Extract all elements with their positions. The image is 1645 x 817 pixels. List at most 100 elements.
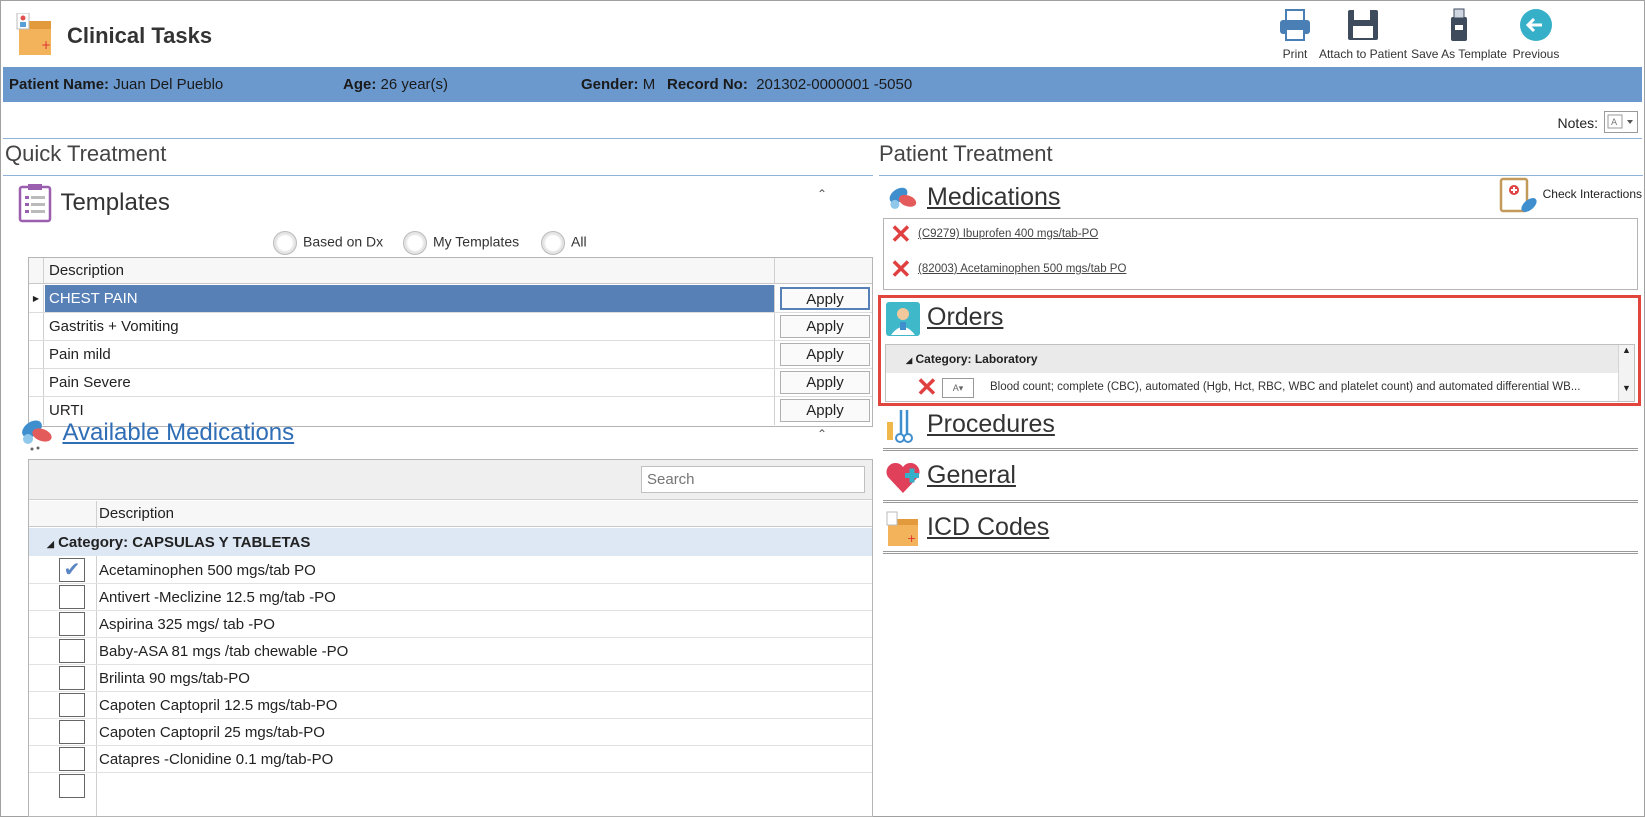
previous-label: Previous — [1512, 47, 1560, 61]
clinical-tasks-logo-icon: + — [16, 13, 51, 55]
print-button[interactable]: Print — [1271, 7, 1319, 61]
heart-plus-icon — [886, 462, 920, 493]
medication-name: Brilinta 90 mgs/tab-PO — [99, 670, 250, 687]
templates-collapse-icon[interactable]: ⌃ — [817, 187, 827, 201]
notes-dropdown-button[interactable]: A — [1604, 111, 1638, 133]
general-link[interactable]: General — [927, 461, 1016, 490]
checkbox[interactable] — [59, 774, 85, 798]
patient-name-field: Patient Name: Juan Del Pueblo — [9, 76, 223, 93]
medication-link[interactable]: (82003) Acetaminophen 500 mgs/tab PO — [918, 263, 1126, 275]
template-row[interactable]: Pain Severe Apply — [29, 369, 872, 397]
medication-row[interactable]: Catapres -Clonidine 0.1 mg/tab-PO — [29, 746, 872, 773]
checkbox[interactable] — [59, 639, 85, 663]
svg-text:A: A — [1611, 118, 1618, 128]
medication-row[interactable]: Baby-ASA 81 mgs /tab chewable -PO — [29, 638, 872, 665]
template-row[interactable]: Gastritis + Vomiting Apply — [29, 313, 872, 341]
row-indicator-icon: ▶ — [29, 285, 44, 312]
radio-icon — [403, 231, 427, 255]
svg-text:+: + — [907, 532, 916, 545]
checkbox[interactable] — [59, 666, 85, 690]
check-interactions-button[interactable]: Check Interactions — [1499, 175, 1642, 215]
title-bar: + Clinical Tasks Print Attach to Patient — [1, 1, 1644, 67]
template-name: Pain mild — [45, 341, 775, 368]
apply-button[interactable]: Apply — [780, 371, 870, 394]
remove-x-icon[interactable]: ✕ — [890, 256, 918, 282]
medical-box-icon: + — [886, 511, 918, 546]
scroll-up-icon[interactable]: ▲ — [1619, 345, 1634, 355]
svg-text:+: + — [41, 38, 51, 52]
save-as-template-label: Save As Template — [1411, 47, 1507, 61]
medication-row[interactable]: Aspirina 325 mgs/ tab -PO — [29, 611, 872, 638]
checkbox[interactable] — [59, 612, 85, 636]
medication-row[interactable]: Capoten Captopril 12.5 mgs/tab-PO — [29, 692, 872, 719]
template-row[interactable]: ▶ CHEST PAIN Apply — [29, 285, 872, 313]
order-row[interactable]: ✕ A▾ Blood count; complete (CBC), automa… — [886, 374, 1618, 402]
checkbox[interactable] — [59, 693, 85, 717]
icd-codes-link[interactable]: ICD Codes — [927, 513, 1049, 542]
category-group-row[interactable]: ◢ Category: CAPSULAS Y TABLETAS — [29, 528, 872, 556]
previous-button[interactable]: Previous — [1511, 7, 1561, 61]
filter-all[interactable]: All — [541, 231, 587, 255]
notes-row: Notes: A — [3, 105, 1642, 139]
gender-value: M — [642, 76, 656, 93]
medications-link[interactable]: Medications — [927, 183, 1060, 212]
medications-collapse-icon[interactable]: ⌃ — [817, 427, 827, 441]
medication-row[interactable] — [29, 773, 872, 800]
search-input[interactable] — [641, 466, 865, 493]
filter-my-templates[interactable]: My Templates — [403, 231, 519, 255]
filter-based-on-dx[interactable]: Based on Dx — [273, 231, 383, 255]
patient-treatment-title: Patient Treatment — [879, 141, 1053, 166]
medication-row[interactable]: Capoten Captopril 25 mgs/tab-PO — [29, 719, 872, 746]
radio-icon — [541, 231, 565, 255]
medication-row[interactable]: Antivert -Meclizine 12.5 mg/tab -PO — [29, 584, 872, 611]
note-dropdown-icon[interactable]: A▾ — [942, 378, 974, 398]
medication-link[interactable]: (C9279) Ibuprofen 400 mgs/tab-PO — [918, 228, 1098, 240]
category-group-row[interactable]: ◢ Category: Laboratory — [886, 345, 1618, 373]
available-medications-header: Available Medications — [18, 413, 294, 453]
checkbox-checked[interactable]: ✔ — [59, 558, 85, 582]
filter-label: All — [571, 233, 587, 250]
apply-button[interactable]: Apply — [780, 315, 870, 338]
quick-treatment-title: Quick Treatment — [5, 141, 167, 166]
orders-scrollbar[interactable]: ▲ ▼ — [1618, 345, 1634, 401]
apply-button[interactable]: Apply — [780, 343, 870, 366]
medication-row[interactable]: ✔ Acetaminophen 500 mgs/tab PO — [29, 557, 872, 584]
orders-section-highlight: Orders ◢ Category: Laboratory ✕ A▾ Blood… — [878, 295, 1641, 406]
record-value: 201302-0000001 -5050 — [756, 76, 913, 93]
checkbox[interactable] — [59, 747, 85, 771]
back-arrow-icon — [1520, 9, 1552, 41]
quick-treatment-panel: Quick Treatment Templates ⌃ Based on Dx … — [3, 141, 873, 817]
prescribed-medication-row[interactable]: ✕ (C9279) Ibuprofen 400 mgs/tab-PO — [890, 221, 1098, 253]
patient-name-label: Patient Name: — [9, 76, 110, 93]
gender-field: Gender: M — [581, 76, 655, 93]
orders-link[interactable]: Orders — [927, 303, 1003, 332]
apply-button[interactable]: Apply — [780, 287, 870, 310]
scroll-down-icon[interactable]: ▼ — [1619, 383, 1634, 393]
template-row[interactable]: Pain mild Apply — [29, 341, 872, 369]
category-label: Category: Laboratory — [915, 352, 1038, 366]
remove-x-icon[interactable]: ✕ — [916, 374, 944, 400]
medication-row[interactable]: Brilinta 90 mgs/tab-PO — [29, 665, 872, 692]
pills-icon — [22, 420, 52, 451]
prescribed-medication-row[interactable]: ✕ (82003) Acetaminophen 500 mgs/tab PO — [890, 256, 1126, 288]
patient-treatment-panel: Patient Treatment Medications Check Inte… — [878, 141, 1644, 817]
gender-label: Gender: — [581, 76, 639, 93]
attach-to-patient-button[interactable]: Attach to Patient — [1317, 7, 1409, 61]
section-divider — [883, 551, 1638, 554]
medication-name: Aspirina 325 mgs/ tab -PO — [99, 616, 275, 633]
procedures-link[interactable]: Procedures — [927, 410, 1055, 439]
templates-column-header: Description — [29, 258, 872, 284]
patient-info-bar: Patient Name: Juan Del Pueblo Age: 26 ye… — [3, 67, 1642, 102]
checkbox[interactable] — [59, 585, 85, 609]
apply-button[interactable]: Apply — [780, 399, 870, 422]
templates-grid: Description ▶ CHEST PAIN Apply Gastritis… — [28, 257, 873, 427]
save-as-template-button[interactable]: Save As Template — [1411, 7, 1507, 61]
remove-x-icon[interactable]: ✕ — [890, 221, 918, 247]
available-medications-link[interactable]: Available Medications — [62, 419, 294, 446]
checkbox[interactable] — [59, 720, 85, 744]
medication-name: Antivert -Meclizine 12.5 mg/tab -PO — [99, 589, 336, 606]
icd-codes-header: + ICD Codes — [885, 511, 1185, 551]
category-label: Category: CAPSULAS Y TABLETAS — [58, 534, 311, 551]
filter-label: My Templates — [433, 233, 520, 250]
notes-label: Notes: — [1557, 115, 1598, 131]
